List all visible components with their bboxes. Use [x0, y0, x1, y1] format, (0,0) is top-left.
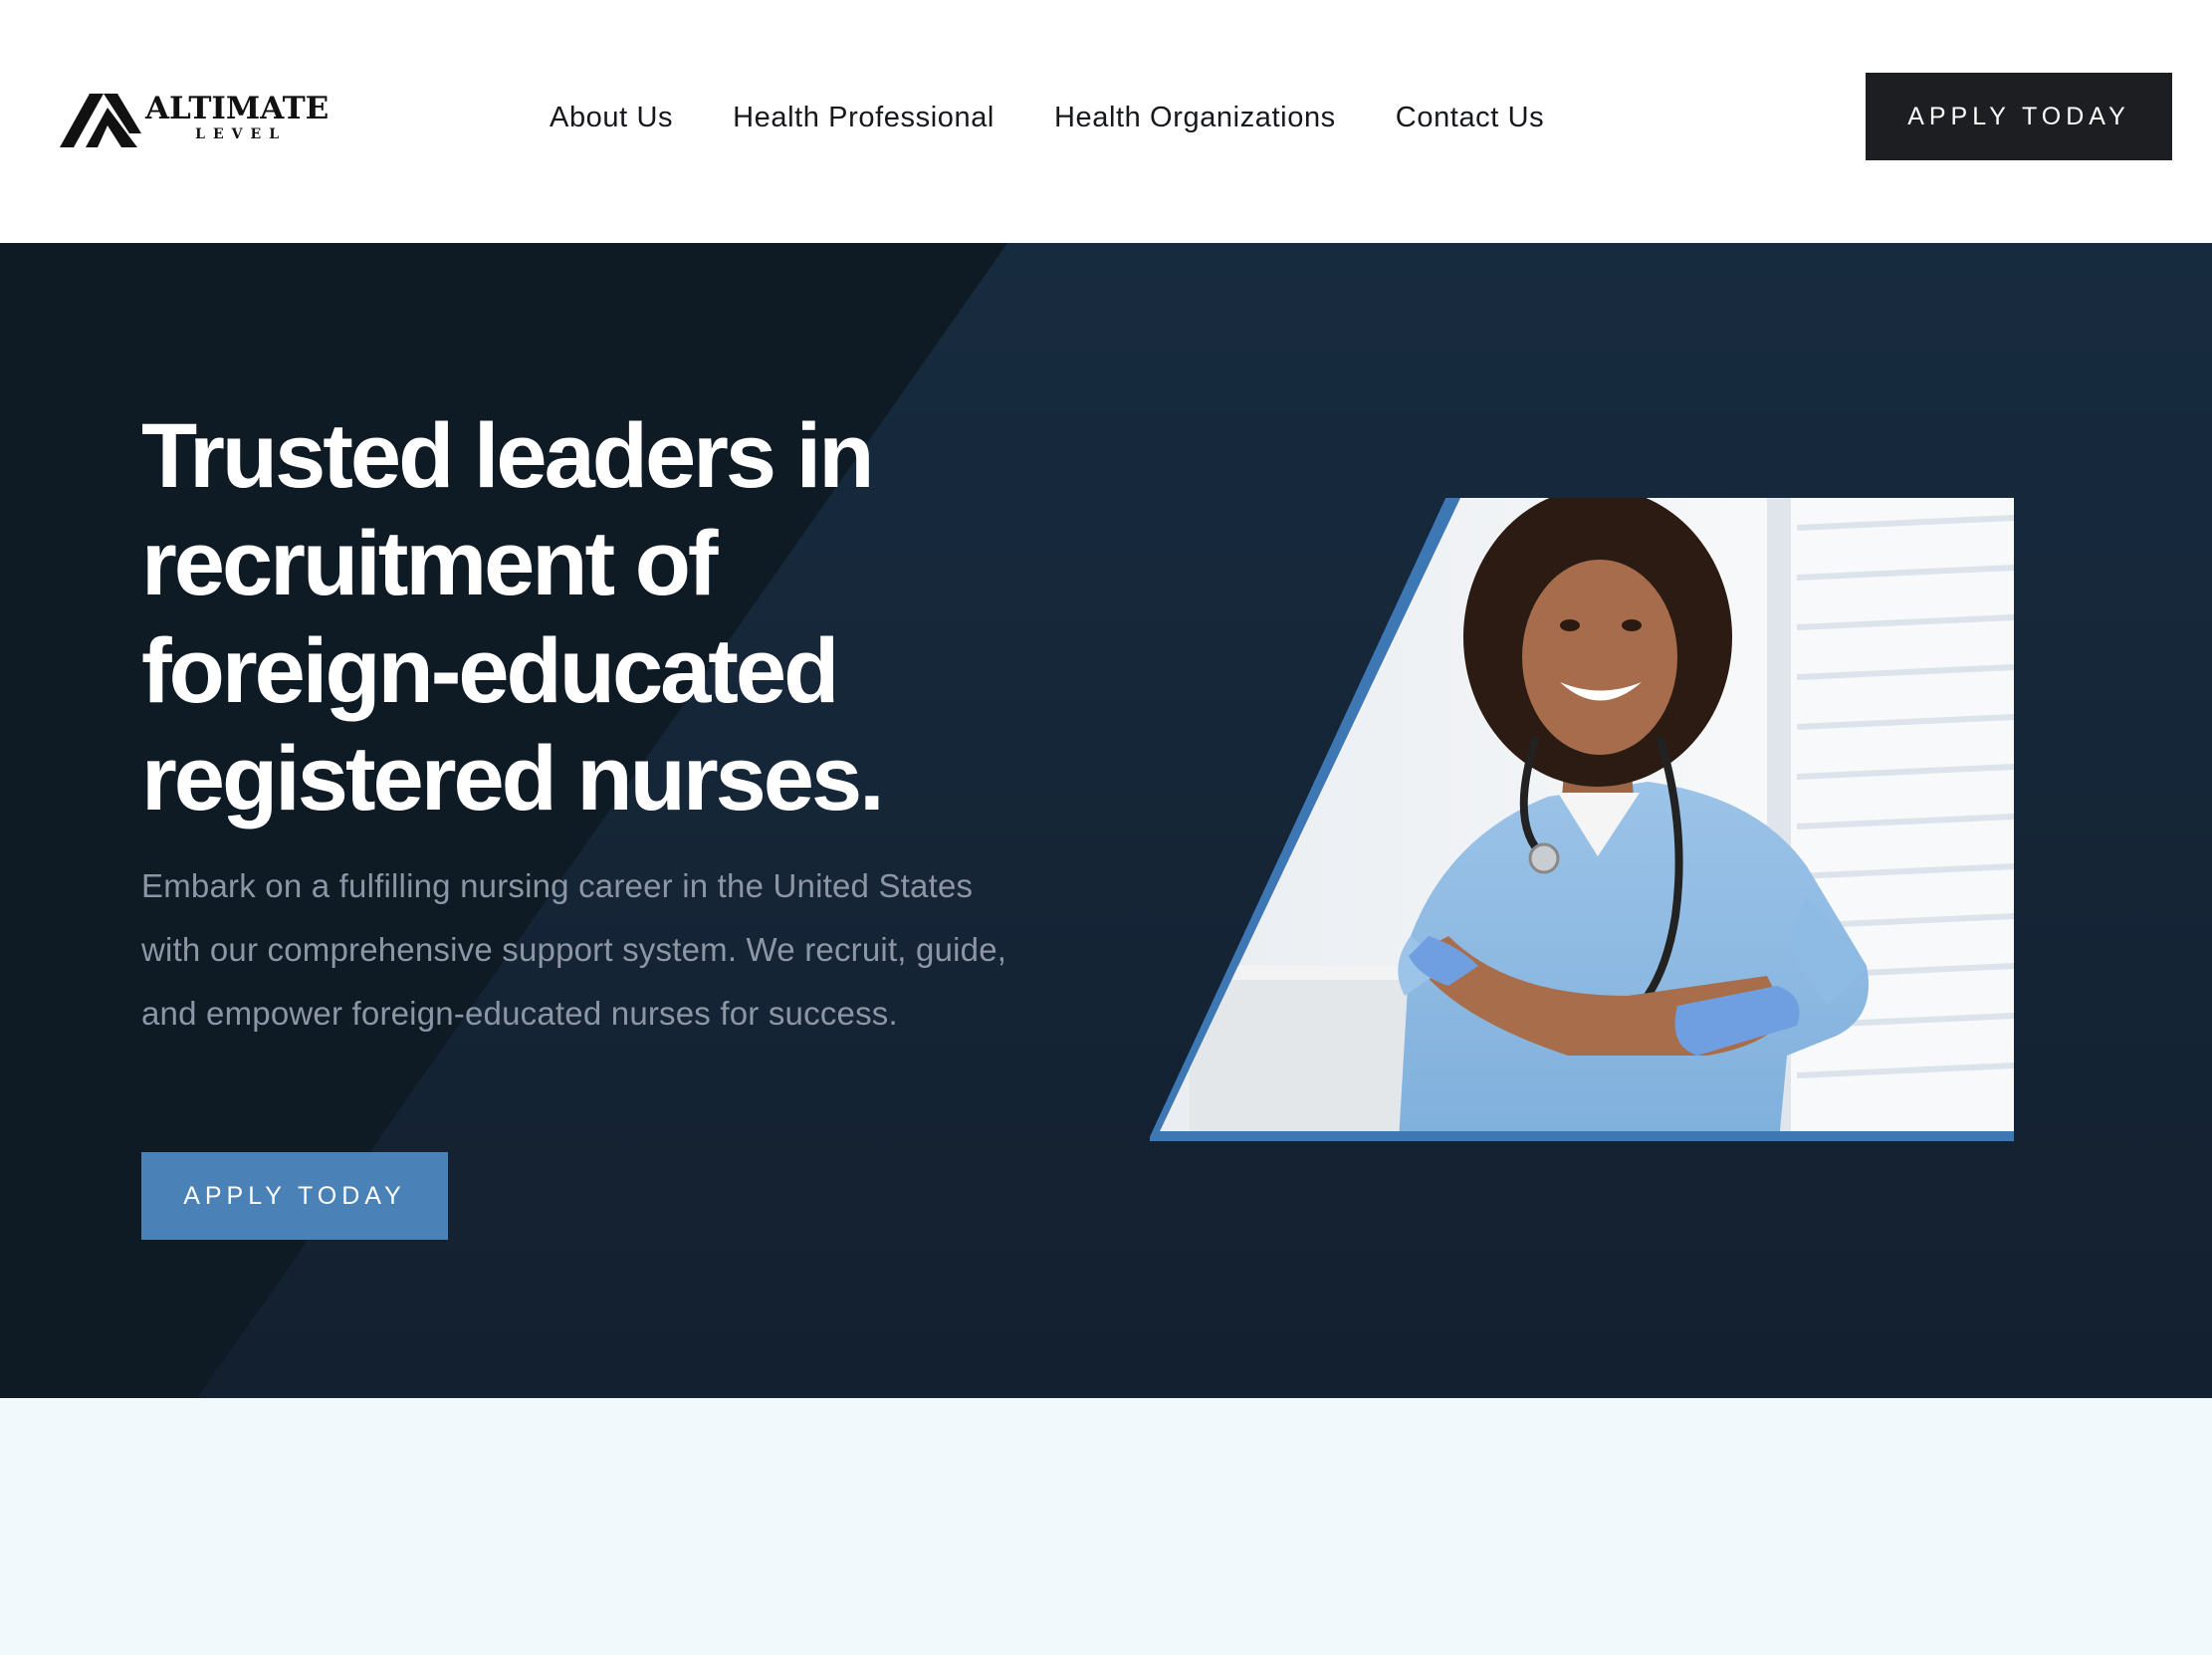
nav-about-us[interactable]: About Us	[550, 102, 673, 134]
lower-section	[0, 1398, 2212, 1655]
nurse-photo-icon	[1148, 492, 2014, 1141]
logo-name: ALTIMATE	[145, 91, 330, 126]
hero-section: Trusted leaders in recruitment of foreig…	[0, 243, 2212, 1398]
headline-line-2: recruitment of	[141, 513, 719, 614]
headline-line-1: Trusted leaders in	[141, 405, 874, 507]
nav-health-organizations[interactable]: Health Organizations	[1054, 102, 1336, 134]
header-apply-button[interactable]: APPLY TODAY	[1866, 73, 2172, 160]
logo-text: ALTIMATE LEVEL	[145, 92, 329, 143]
logo-mark-icon	[60, 94, 141, 147]
logo-subtitle: LEVEL	[195, 126, 288, 142]
main-nav: About Us Health Professional Health Orga…	[550, 94, 1604, 141]
headline-line-3: foreign-educated	[141, 620, 839, 722]
nav-health-professional[interactable]: Health Professional	[733, 102, 995, 134]
brand-logo[interactable]: ALTIMATE LEVEL	[60, 86, 329, 149]
hero-apply-button[interactable]: APPLY TODAY	[141, 1152, 448, 1240]
hero-image	[1148, 492, 2014, 1141]
nav-contact-us[interactable]: Contact Us	[1396, 102, 1544, 134]
headline-line-4: registered nurses.	[141, 728, 885, 829]
site-header: ALTIMATE LEVEL About Us Health Professio…	[0, 0, 2212, 243]
hero-headline: Trusted leaders in recruitment of foreig…	[141, 402, 1037, 832]
hero-subtext: Embark on a fulfilling nursing career in…	[141, 867, 1007, 1032]
